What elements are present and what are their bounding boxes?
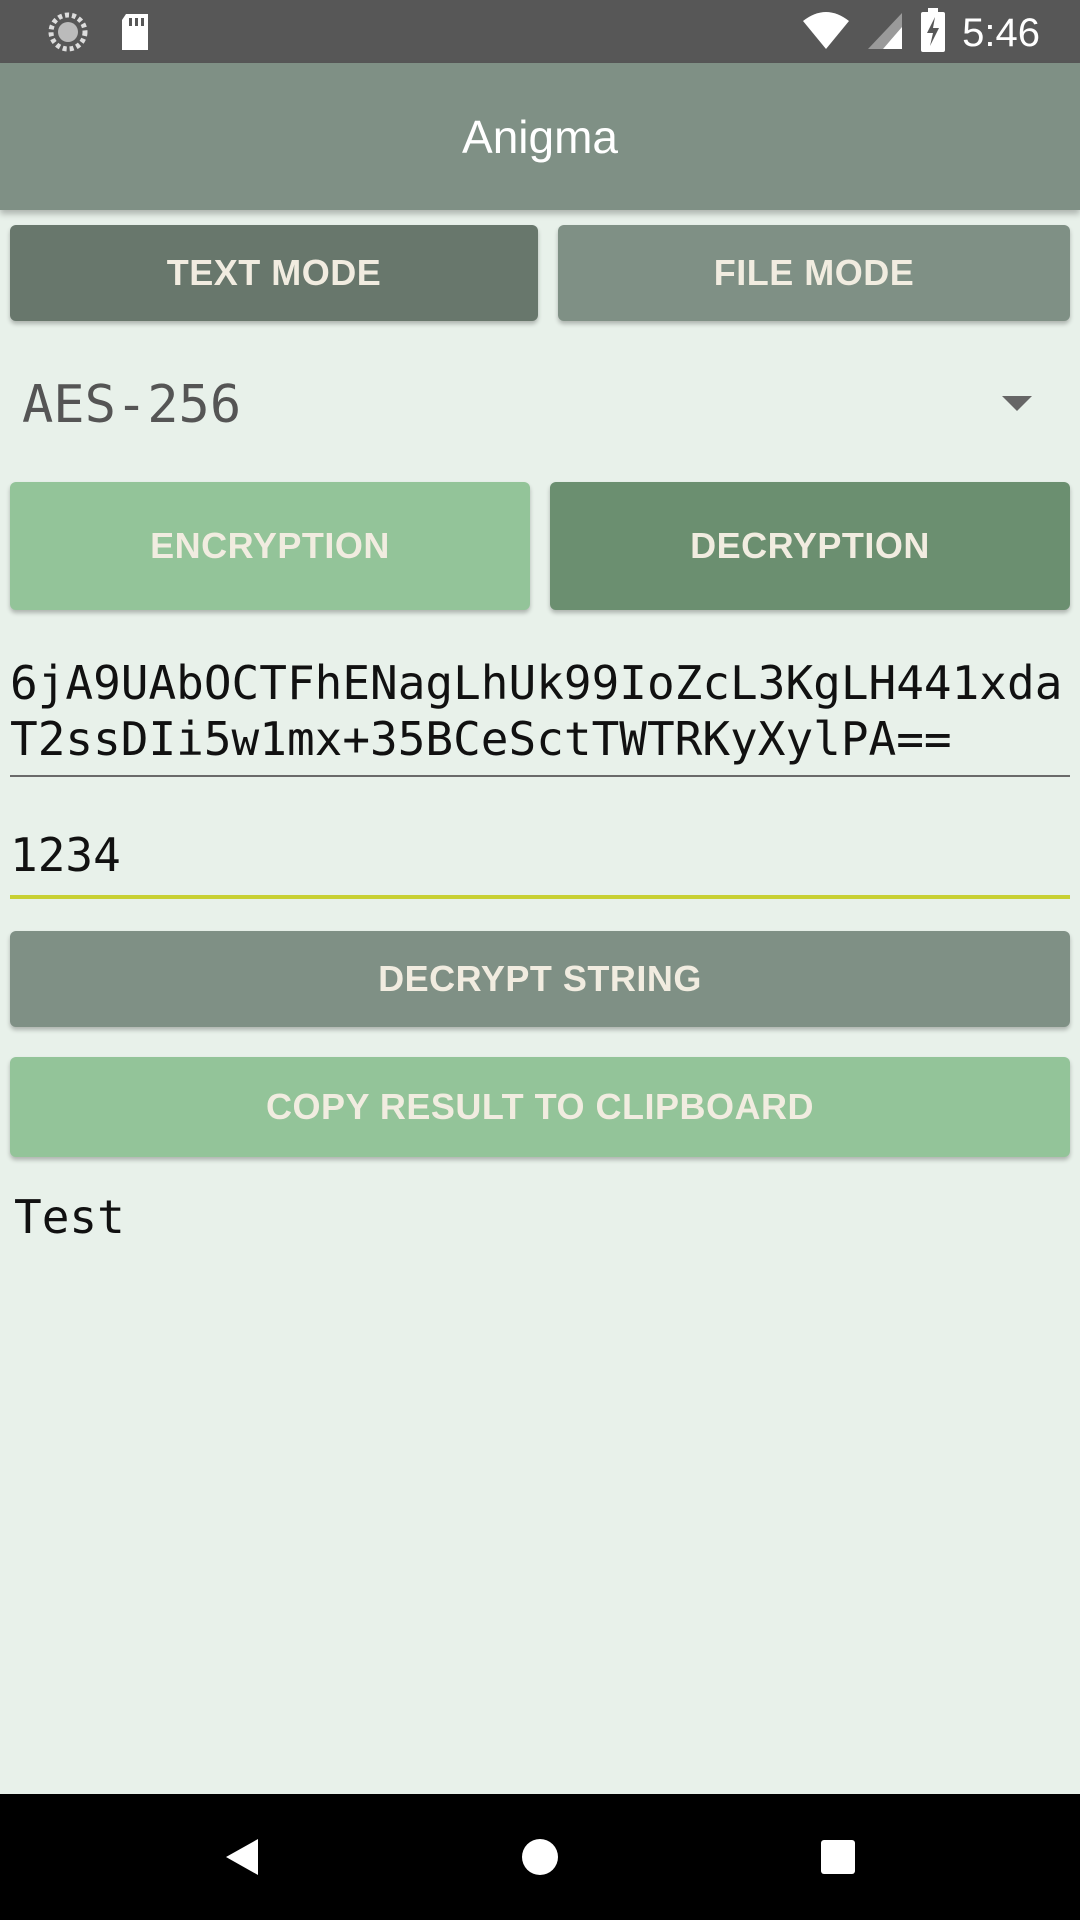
battery-charging-icon bbox=[920, 8, 946, 57]
status-bar: 5:46 bbox=[0, 0, 1080, 63]
algorithm-dropdown[interactable]: AES-256 bbox=[10, 355, 1070, 455]
password-input[interactable]: 1234 bbox=[10, 825, 1070, 899]
signal-icon bbox=[866, 9, 904, 56]
sd-card-icon bbox=[118, 12, 152, 57]
wifi-icon bbox=[802, 9, 850, 56]
recents-button[interactable] bbox=[778, 1794, 898, 1920]
text-mode-button[interactable]: TEXT MODE bbox=[10, 225, 538, 321]
dropdown-arrow-icon bbox=[1002, 396, 1032, 411]
encryption-button[interactable]: ENCRYPTION bbox=[10, 482, 530, 610]
ciphertext-input[interactable]: 6jA9UAbOCTFhENagLhUk99IoZcL3KgLH441xdaT2… bbox=[10, 655, 1070, 777]
decryption-button[interactable]: DECRYPTION bbox=[550, 482, 1070, 610]
status-time: 5:46 bbox=[962, 10, 1040, 55]
file-mode-button[interactable]: FILE MODE bbox=[558, 225, 1070, 321]
algorithm-selected: AES-256 bbox=[22, 375, 242, 435]
navigation-bar bbox=[0, 1794, 1080, 1920]
decrypt-string-button[interactable]: DECRYPT STRING bbox=[10, 931, 1070, 1027]
recents-icon bbox=[821, 1840, 855, 1874]
sync-icon bbox=[48, 12, 88, 57]
app-bar: Anigma bbox=[0, 63, 1080, 210]
back-icon bbox=[226, 1839, 258, 1875]
app-title: Anigma bbox=[462, 110, 618, 163]
copy-to-clipboard-button[interactable]: COPY RESULT TO CLIPBOARD bbox=[10, 1057, 1070, 1157]
back-button[interactable] bbox=[182, 1794, 302, 1920]
home-icon bbox=[522, 1839, 558, 1875]
result-text: Test bbox=[14, 1190, 125, 1244]
home-button[interactable] bbox=[480, 1794, 600, 1920]
